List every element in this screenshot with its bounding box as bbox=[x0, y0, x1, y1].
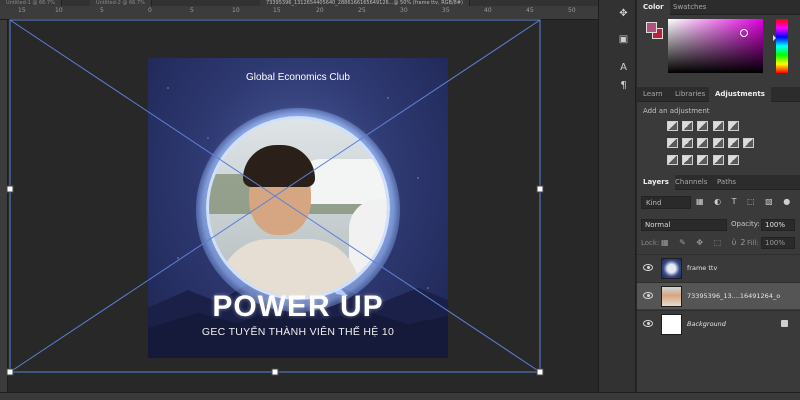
posterize-icon[interactable] bbox=[682, 155, 694, 165]
adjustments-panel-tabs: Learn Libraries Adjustments bbox=[637, 87, 800, 102]
opacity-label: Opacity: bbox=[731, 220, 760, 228]
black-white-icon[interactable] bbox=[697, 138, 709, 148]
ruler-label: 40 bbox=[484, 7, 492, 14]
color-panel bbox=[637, 15, 800, 81]
ruler-label: 30 bbox=[400, 7, 408, 14]
color-panel-tabs: Color Swatches bbox=[637, 0, 800, 15]
layer-row[interactable]: frame ttv bbox=[637, 254, 800, 281]
fill-label: Fill: bbox=[747, 239, 759, 247]
tab-paths[interactable]: Paths bbox=[711, 175, 742, 190]
lock-row: Lock: ▦ ✎ ✥ ⬚ ὑ2 Fill: 100% bbox=[641, 237, 796, 250]
tab-libraries[interactable]: Libraries bbox=[669, 87, 711, 102]
transform-icon[interactable]: ▣ bbox=[616, 32, 631, 47]
color-spectrum[interactable] bbox=[668, 19, 763, 73]
ruler-label: 0 bbox=[148, 7, 152, 14]
hue-saturation-icon[interactable] bbox=[667, 138, 678, 148]
layer-name: Background bbox=[687, 320, 726, 328]
visibility-eye-icon[interactable] bbox=[643, 264, 653, 271]
layer-row[interactable]: Background bbox=[637, 310, 800, 337]
layer-thumbnail bbox=[661, 314, 682, 335]
artwork-headline: POWER UP bbox=[212, 290, 384, 323]
ruler-label: 5 bbox=[190, 7, 194, 14]
ruler-label: 5 bbox=[100, 7, 104, 14]
tab-learn[interactable]: Learn bbox=[637, 87, 669, 102]
curves-icon[interactable] bbox=[697, 121, 709, 131]
ruler-label: 10 bbox=[55, 7, 63, 14]
horizontal-ruler: 15 10 5 0 5 10 15 20 25 30 35 40 45 50 bbox=[0, 6, 600, 20]
exposure-icon[interactable] bbox=[712, 121, 724, 131]
tab-swatches[interactable]: Swatches bbox=[667, 0, 712, 15]
color-picker-ring[interactable] bbox=[740, 29, 748, 37]
blend-mode-select[interactable]: Normal bbox=[641, 219, 727, 231]
levels-icon[interactable] bbox=[682, 121, 694, 131]
vibrance-icon[interactable] bbox=[727, 121, 739, 131]
right-panels: Color Swatches Learn Libraries Adjustmen… bbox=[637, 0, 800, 392]
opacity-input[interactable]: 100% bbox=[761, 219, 795, 231]
layer-row-selected[interactable]: 73395396_13....16491264_o bbox=[637, 282, 800, 309]
visibility-eye-icon[interactable] bbox=[643, 320, 653, 327]
ruler-label: 10 bbox=[232, 7, 240, 14]
ruler-label: 45 bbox=[526, 7, 534, 14]
layers-panel: Kind ▦ ◐ T ⬚ ▧ ● Normal Opacity: 100% Lo… bbox=[637, 190, 800, 392]
paragraph-icon[interactable]: ¶ bbox=[616, 78, 631, 93]
hue-slider[interactable] bbox=[776, 19, 788, 73]
adjustment-icons bbox=[667, 119, 791, 170]
vertical-scrollbar[interactable] bbox=[598, 0, 610, 392]
text-icon[interactable]: A bbox=[616, 60, 631, 75]
artwork-subtitle: GEC TUYỂN THÀNH VIÊN THẾ HỆ 10 bbox=[201, 326, 395, 338]
ruler-label: 15 bbox=[273, 7, 281, 14]
ruler-label: 15 bbox=[18, 7, 26, 14]
artwork-club-name: Global Economics Club bbox=[246, 72, 350, 83]
invert-icon[interactable] bbox=[667, 155, 678, 165]
foreground-color-swatch[interactable] bbox=[646, 22, 657, 33]
ruler-label: 20 bbox=[316, 7, 324, 14]
layer-name: frame ttv bbox=[687, 264, 718, 272]
layer-filter-icons[interactable]: ▦ ◐ T ⬚ ▧ ● bbox=[696, 197, 794, 206]
color-lookup-icon[interactable] bbox=[743, 138, 755, 148]
tab-channels[interactable]: Channels bbox=[669, 175, 713, 190]
tab-color[interactable]: Color bbox=[637, 0, 670, 15]
threshold-icon[interactable] bbox=[697, 155, 709, 165]
lock-icon bbox=[781, 320, 788, 327]
fill-input[interactable]: 100% bbox=[761, 237, 795, 249]
photo-person-hair bbox=[243, 145, 315, 187]
selective-color-icon[interactable] bbox=[727, 155, 739, 165]
artwork-canvas[interactable]: Global Economics Club POWER UP GEC TUYỂN… bbox=[148, 58, 448, 358]
layers-panel-tabs: Layers Channels Paths bbox=[637, 175, 800, 190]
circle-photo bbox=[206, 116, 390, 300]
layer-thumbnail bbox=[661, 258, 682, 279]
tab-adjustments[interactable]: Adjustments bbox=[709, 87, 771, 102]
photo-filter-icon[interactable] bbox=[712, 138, 724, 148]
channel-mixer-icon[interactable] bbox=[727, 138, 739, 148]
horizontal-scrollbar[interactable] bbox=[0, 392, 800, 400]
ruler-label: 35 bbox=[442, 7, 450, 14]
ruler-label: 50 bbox=[568, 7, 576, 14]
visibility-eye-icon[interactable] bbox=[643, 292, 653, 299]
move-icon[interactable]: ✥ bbox=[616, 6, 631, 21]
adjustments-panel: Add an adjustment bbox=[637, 103, 800, 173]
brightness-contrast-icon[interactable] bbox=[667, 121, 678, 131]
layer-kind-filter[interactable]: Kind bbox=[641, 196, 691, 209]
panel-icon-dock: ✥ ▣ A ¶ bbox=[610, 0, 636, 392]
adjustments-hint: Add an adjustment bbox=[643, 107, 710, 115]
ruler-label: 25 bbox=[358, 7, 366, 14]
layer-name: 73395396_13....16491264_o bbox=[687, 292, 781, 300]
gradient-map-icon[interactable] bbox=[712, 155, 724, 165]
color-balance-icon[interactable] bbox=[682, 138, 694, 148]
layer-thumbnail bbox=[661, 286, 682, 307]
blend-row: Normal Opacity: 100% bbox=[641, 219, 796, 232]
vertical-ruler bbox=[0, 20, 8, 392]
lock-label: Lock: bbox=[641, 239, 660, 247]
lock-icons[interactable]: ▦ ✎ ✥ ⬚ ὑ2 bbox=[661, 238, 749, 247]
layer-filter-row: Kind ▦ ◐ T ⬚ ▧ ● bbox=[641, 196, 796, 210]
